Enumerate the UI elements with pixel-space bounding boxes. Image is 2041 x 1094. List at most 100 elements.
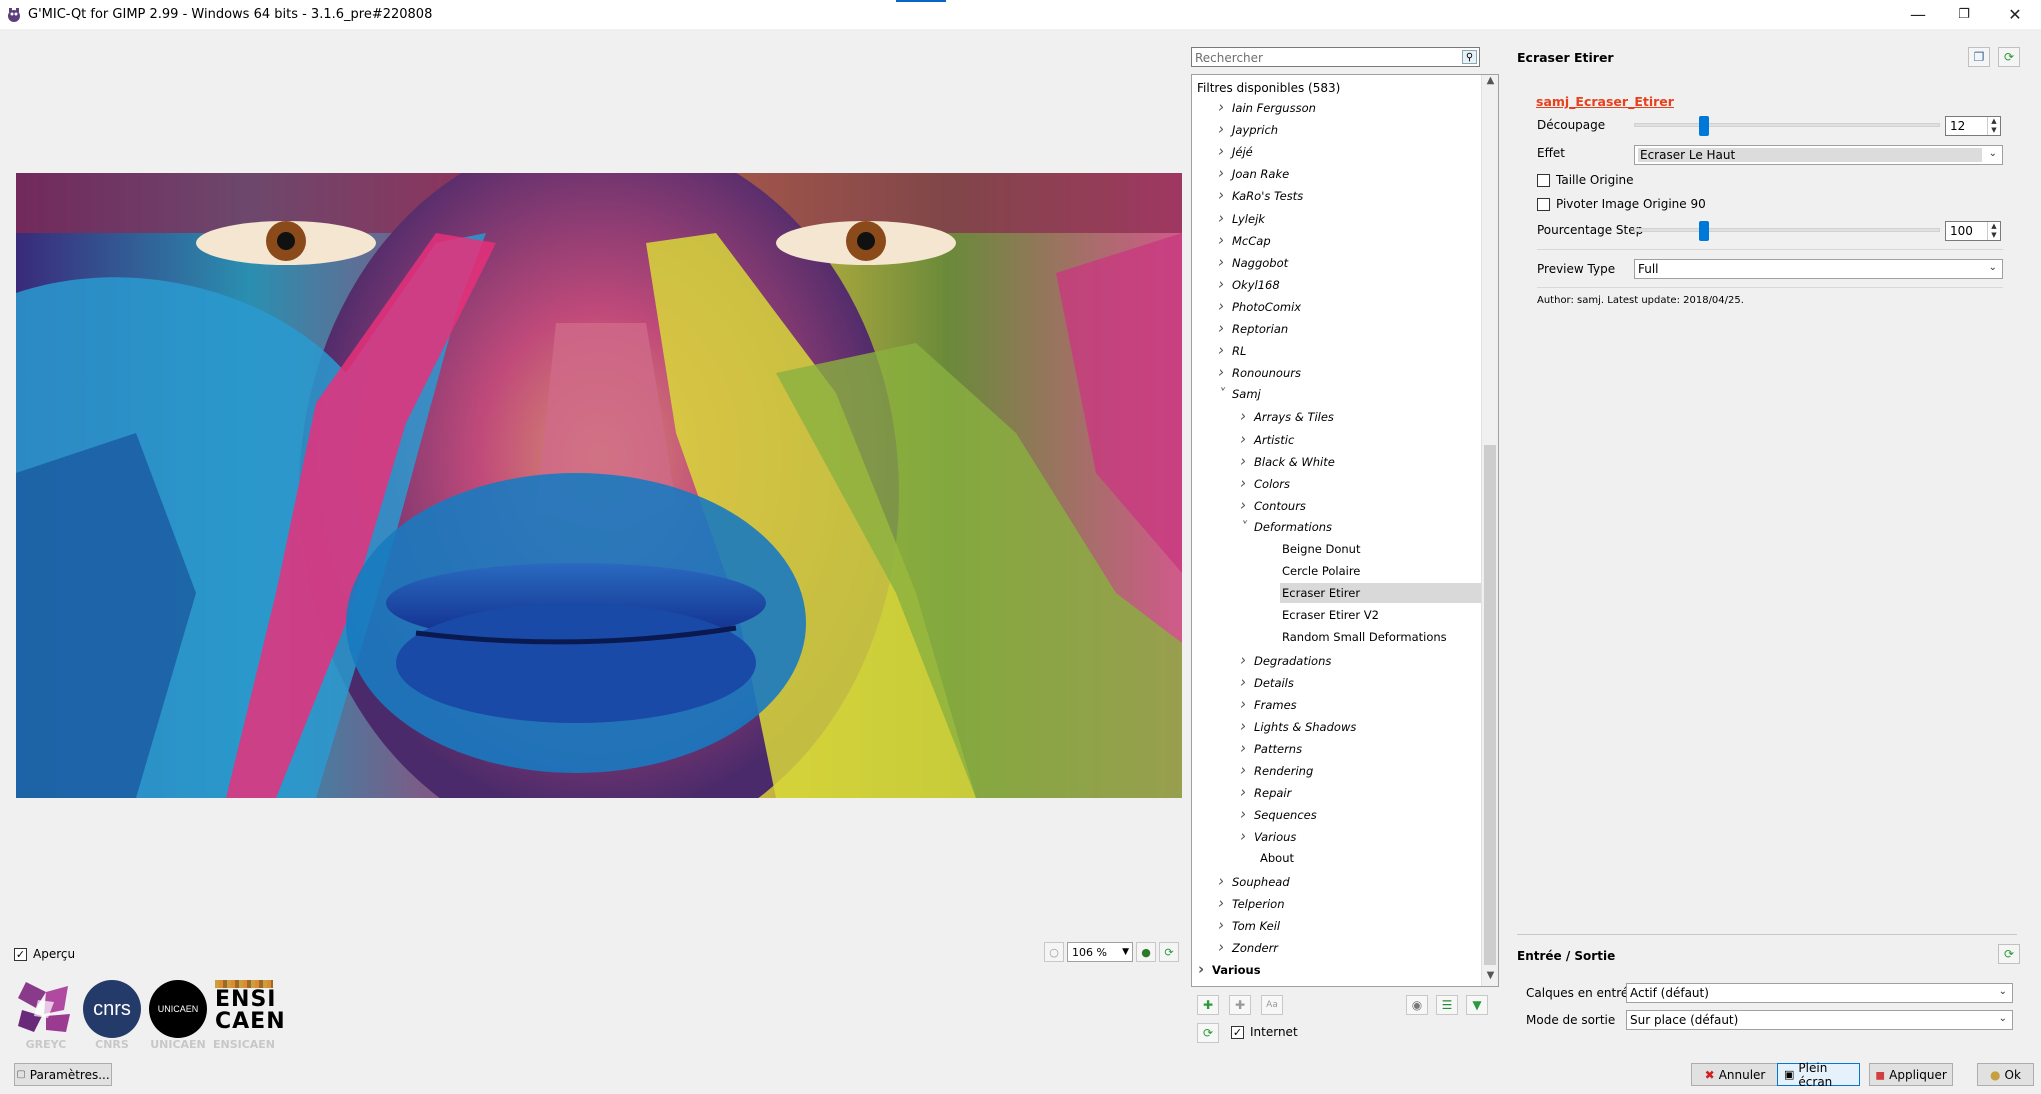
search-icon[interactable]: ⚲ <box>1462 50 1477 64</box>
filter-tree-row[interactable]: ˅ Samj <box>1218 384 1482 404</box>
chevron-right-icon[interactable]: › <box>1218 362 1232 382</box>
chevron-down-icon[interactable]: ˅ <box>1240 518 1254 538</box>
decoupage-slider[interactable] <box>1634 123 1940 127</box>
pourcentage-slider[interactable] <box>1634 228 1940 232</box>
spin-arrows-icon[interactable]: ▲ ▼ <box>1987 117 2000 135</box>
tree-scrollbar[interactable]: ▲ ▼ <box>1481 75 1498 986</box>
spin-arrows-icon[interactable]: ▲ ▼ <box>1987 222 2000 240</box>
filter-tree-row[interactable]: › Reptorian <box>1218 318 1482 338</box>
chevron-right-icon[interactable]: › <box>1218 141 1232 161</box>
filter-tree-row[interactable]: Random Small Deformations <box>1280 627 1482 647</box>
scroll-down-icon[interactable]: ▼ <box>1482 970 1498 986</box>
taille-origine-checkbox[interactable]: Taille Origine <box>1537 173 1634 187</box>
pourcentage-slider-thumb[interactable] <box>1699 221 1710 241</box>
filter-tree-row[interactable]: › Frames <box>1240 694 1482 714</box>
chevron-right-icon[interactable]: › <box>1218 318 1232 338</box>
chevron-right-icon[interactable]: › <box>1240 672 1254 692</box>
taille-origine-check-box[interactable] <box>1537 173 1550 187</box>
fullscreen-button[interactable]: ▣ Plein écran <box>1777 1061 1860 1089</box>
chevron-right-icon[interactable]: › <box>1240 650 1254 670</box>
filter-tree-row[interactable]: Beigne Donut <box>1280 539 1482 559</box>
copy-command-button[interactable]: ❐ <box>1968 47 1990 67</box>
close-button[interactable]: ✕ <box>1992 0 2038 29</box>
preview-type-select[interactable]: Full ⌄ <box>1634 259 2003 279</box>
chevron-right-icon[interactable]: › <box>1218 97 1232 117</box>
search-input[interactable]: Rechercher ⚲ <box>1191 47 1480 67</box>
decoupage-spinbox[interactable]: 12 ▲ ▼ <box>1945 116 2001 136</box>
filter-tree-row[interactable]: › PhotoComix <box>1218 296 1482 316</box>
chevron-right-icon[interactable]: › <box>1240 738 1254 758</box>
zoom-in-button[interactable]: ● <box>1136 942 1156 962</box>
chevron-right-icon[interactable]: › <box>1240 826 1254 846</box>
chevron-right-icon[interactable]: › <box>1240 694 1254 714</box>
chevron-right-icon[interactable]: › <box>1218 119 1232 139</box>
filter-tree-row[interactable]: › Arrays & Tiles <box>1240 406 1482 426</box>
chevron-right-icon[interactable]: › <box>1218 252 1232 272</box>
chevron-right-icon[interactable]: › <box>1218 296 1232 316</box>
filter-tree-row[interactable]: › Zonderr <box>1218 937 1482 957</box>
filter-tree-row[interactable]: › Telperion <box>1218 893 1482 913</box>
update-filters-button[interactable]: ⟳ <box>1197 1023 1219 1043</box>
scrollbar-thumb[interactable] <box>1484 445 1496 965</box>
reset-params-button[interactable]: ⟳ <box>1998 47 2020 67</box>
chevron-right-icon[interactable]: › <box>1198 959 1212 979</box>
filter-tree-row[interactable]: › Details <box>1240 672 1482 692</box>
filter-tree-row[interactable]: › KaRo's Tests <box>1218 185 1482 205</box>
filter-tree-row[interactable]: › Degradations <box>1240 650 1482 670</box>
chevron-right-icon[interactable]: › <box>1240 804 1254 824</box>
filter-tree-row[interactable]: › Joan Rake <box>1218 163 1482 183</box>
expand-all-button[interactable]: ☰ <box>1436 995 1458 1015</box>
filter-tree[interactable]: Filtres disponibles (583) › Iain Fergusso… <box>1191 74 1499 987</box>
filter-tree-row[interactable]: About <box>1258 848 1482 868</box>
filter-tree-row[interactable]: › Black & White <box>1240 451 1482 471</box>
chevron-right-icon[interactable]: › <box>1218 163 1232 183</box>
filter-tree-row[interactable]: › RL <box>1218 340 1482 360</box>
pivoter-checkbox[interactable]: Pivoter Image Origine 90 <box>1537 197 1706 211</box>
filter-tree-row[interactable]: Cercle Polaire <box>1280 561 1482 581</box>
filter-tree-row[interactable]: ˅ Deformations <box>1240 517 1482 537</box>
filter-command-link[interactable]: samj_Ecraser_Etirer <box>1536 94 1674 109</box>
output-mode-select[interactable]: Sur place (défaut) ⌄ <box>1626 1010 2013 1030</box>
restore-button[interactable]: ❐ <box>1941 0 1987 29</box>
filter-tree-row[interactable]: › Artistic <box>1240 429 1482 449</box>
filter-tree-row[interactable]: › Lylejk <box>1218 208 1482 228</box>
chevron-right-icon[interactable]: › <box>1218 208 1232 228</box>
chevron-right-icon[interactable]: › <box>1240 495 1254 515</box>
apercu-checkbox[interactable]: ✓ Aperçu <box>14 947 75 961</box>
settings-button[interactable]: ▢ Paramètres... <box>14 1063 112 1086</box>
decoupage-slider-thumb[interactable] <box>1699 116 1710 136</box>
chevron-right-icon[interactable]: › <box>1218 915 1232 935</box>
apply-button[interactable]: ◼ Appliquer <box>1869 1063 1953 1086</box>
filter-tree-row[interactable]: › Various <box>1240 826 1482 846</box>
filter-tree-row[interactable]: › Colors <box>1240 473 1482 493</box>
filter-tree-row[interactable]: Ecraser Etirer V2 <box>1280 605 1482 625</box>
chevron-down-icon[interactable]: ˅ <box>1218 385 1232 405</box>
filter-tree-row[interactable]: › Sequences <box>1240 804 1482 824</box>
filter-tree-row[interactable]: › Patterns <box>1240 738 1482 758</box>
chevron-right-icon[interactable]: › <box>1218 274 1232 294</box>
chevron-right-icon[interactable]: › <box>1218 185 1232 205</box>
chevron-right-icon[interactable]: › <box>1218 340 1232 360</box>
rename-favorite-button[interactable]: Aa <box>1261 995 1283 1015</box>
pivoter-check-box[interactable] <box>1537 197 1550 211</box>
internet-checkbox[interactable]: ✓ Internet <box>1231 1025 1298 1039</box>
filter-tree-row[interactable]: › Jéjé <box>1218 141 1482 161</box>
filter-tree-row[interactable]: › Lights & Shadows <box>1240 716 1482 736</box>
filter-tree-row[interactable]: › Tom Keil <box>1218 915 1482 935</box>
hide-filters-button[interactable]: ◉ <box>1406 995 1428 1015</box>
io-reset-button[interactable]: ⟳ <box>1998 944 2020 964</box>
chevron-right-icon[interactable]: › <box>1218 893 1232 913</box>
filter-tree-row[interactable]: › McCap <box>1218 230 1482 250</box>
chevron-right-icon[interactable]: › <box>1218 871 1232 891</box>
filter-tree-row[interactable]: › Jayprich <box>1218 119 1482 139</box>
scroll-up-icon[interactable]: ▲ <box>1482 75 1498 91</box>
remove-favorite-button[interactable]: ✚ <box>1229 995 1251 1015</box>
chevron-right-icon[interactable]: › <box>1240 782 1254 802</box>
filter-tree-row[interactable]: › Souphead <box>1218 871 1482 891</box>
collapse-all-button[interactable]: ▼ <box>1466 995 1488 1015</box>
reset-zoom-button[interactable]: ⟳ <box>1159 942 1179 962</box>
chevron-right-icon[interactable]: › <box>1240 760 1254 780</box>
zoom-select[interactable]: 106 % ▼ <box>1067 942 1133 962</box>
chevron-right-icon[interactable]: › <box>1240 716 1254 736</box>
filter-tree-row[interactable]: › Repair <box>1240 782 1482 802</box>
